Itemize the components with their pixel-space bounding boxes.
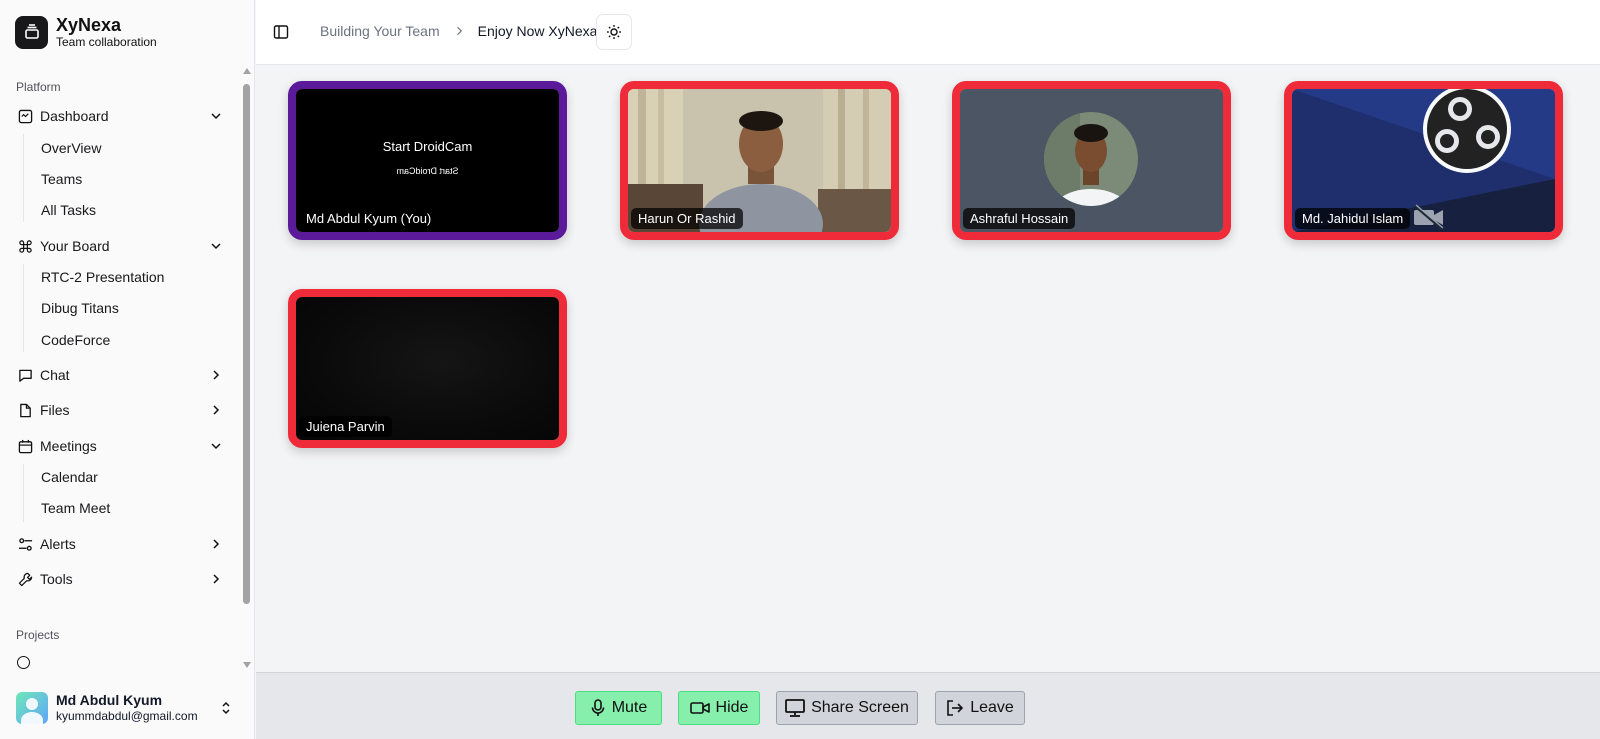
microphone-icon xyxy=(591,699,605,716)
app-name: XyNexa xyxy=(56,15,122,35)
file-icon xyxy=(17,402,33,418)
leave-button[interactable]: Leave xyxy=(935,691,1025,725)
participant-name: Juiena Parvin xyxy=(299,416,392,437)
mute-label: Mute xyxy=(611,699,648,716)
mute-button[interactable]: Mute xyxy=(575,691,662,725)
video-tile-participant[interactable]: Ashraful Hossain xyxy=(952,81,1231,240)
sidebar-subitem-dibug-titans[interactable]: Dibug Titans xyxy=(34,294,126,322)
sidebar-item-tools[interactable]: Tools xyxy=(8,565,230,593)
project-icon xyxy=(17,656,30,669)
wrench-icon xyxy=(17,571,33,587)
sidebar-item-label: Files xyxy=(40,402,70,418)
sidebar-item-label: Chat xyxy=(40,367,70,383)
sidebar-item-chat[interactable]: Chat xyxy=(8,361,230,389)
chevron-right-icon xyxy=(213,370,220,380)
sidebar-subitem-calendar[interactable]: Calendar xyxy=(34,463,105,491)
group-label-projects: Projects xyxy=(16,628,60,642)
participant-name: Harun Or Rashid xyxy=(631,208,743,229)
feed-message-mirrored: Start DroidCam xyxy=(396,166,459,176)
sidebar-nav: Platform Dashboard OverView Teams All Ta… xyxy=(0,74,242,674)
top-header: Building Your Team Enjoy Now XyNexa xyxy=(256,0,1600,65)
app-tagline: Team collaboration xyxy=(56,35,157,49)
call-controls-bar: Mute Hide Share Screen Leave xyxy=(256,672,1600,739)
sidebar-item-label: Dashboard xyxy=(40,108,109,124)
user-name: Md Abdul Kyum xyxy=(56,692,163,708)
breadcrumb: Building Your Team Enjoy Now XyNexa xyxy=(320,23,597,39)
sidebar-item-label: Your Board xyxy=(40,238,110,254)
chevron-right-icon xyxy=(213,539,220,549)
share-screen-button[interactable]: Share Screen xyxy=(776,691,918,725)
participant-name: Md Abdul Kyum (You) xyxy=(299,208,439,229)
sidebar-toggle-button[interactable] xyxy=(269,20,293,44)
sidebar-item-label: Alerts xyxy=(40,536,76,552)
participant-name: Md. Jahidul Islam xyxy=(1295,208,1411,229)
sidebar-item-label: Meetings xyxy=(40,438,97,454)
video-tile-participant[interactable]: Harun Or Rashid xyxy=(620,81,899,240)
sidebar-item-alerts[interactable]: Alerts xyxy=(8,530,230,558)
chevron-down-icon xyxy=(211,243,221,250)
command-icon xyxy=(17,238,33,254)
dashboard-icon xyxy=(17,108,33,124)
sidebar-scrollbar[interactable] xyxy=(241,66,251,672)
scroll-down-arrow-icon[interactable] xyxy=(243,662,251,668)
video-tile-self[interactable]: Start DroidCam Start DroidCam Md Abdul K… xyxy=(288,81,567,240)
sidebar-item-dashboard[interactable]: Dashboard xyxy=(8,102,230,130)
breadcrumb-current: Enjoy Now XyNexa xyxy=(477,23,598,39)
video-tile-participant[interactable]: Juiena Parvin xyxy=(288,289,567,448)
video-camera-icon xyxy=(689,702,710,714)
scroll-up-arrow-icon[interactable] xyxy=(243,68,251,74)
sidebar-item-files[interactable]: Files xyxy=(8,396,230,424)
sun-icon xyxy=(607,25,621,39)
sidebar-subitem-teams[interactable]: Teams xyxy=(34,165,89,193)
sidebar: XyNexa Team collaboration Platform Dashb… xyxy=(0,0,255,739)
chevron-down-icon xyxy=(211,443,221,450)
hide-video-button[interactable]: Hide xyxy=(678,691,760,725)
hide-label: Hide xyxy=(715,699,749,716)
sidebar-subitem-team-meet[interactable]: Team Meet xyxy=(34,494,117,522)
submenu-line xyxy=(23,134,24,222)
sidebar-subitem-overview[interactable]: OverView xyxy=(34,134,108,162)
submenu-line xyxy=(23,464,24,522)
camera-off-icon xyxy=(1414,204,1444,230)
settings-sliders-icon xyxy=(17,536,33,552)
chevron-right-icon xyxy=(213,574,220,584)
brand[interactable]: XyNexa Team collaboration xyxy=(15,15,157,49)
breadcrumb-link[interactable]: Building Your Team xyxy=(320,23,440,39)
panel-left-icon xyxy=(273,25,289,39)
chevron-down-icon xyxy=(211,113,221,120)
theme-toggle-button[interactable] xyxy=(596,14,632,50)
sidebar-item-label: Tools xyxy=(40,571,73,587)
user-email: kyummdabdul@gmail.com xyxy=(56,709,198,723)
chevron-right-icon xyxy=(213,405,220,415)
message-icon xyxy=(17,367,33,383)
user-menu[interactable]: Md Abdul Kyum kyummdabdul@gmail.com xyxy=(8,684,244,732)
app-logo-icon xyxy=(15,15,48,49)
sidebar-subitem-all-tasks[interactable]: All Tasks xyxy=(34,196,103,224)
exit-icon xyxy=(947,700,964,716)
sidebar-item-meetings[interactable]: Meetings xyxy=(8,432,230,460)
scrollbar-thumb[interactable] xyxy=(243,84,250,604)
sidebar-item-your-board[interactable]: Your Board xyxy=(8,232,230,260)
monitor-icon xyxy=(785,699,805,717)
chevrons-up-down-icon xyxy=(222,701,230,715)
leave-label: Leave xyxy=(970,699,1014,716)
feed-message: Start DroidCam xyxy=(382,139,473,154)
sidebar-subitem-codeforce[interactable]: CodeForce xyxy=(34,326,117,354)
sidebar-subitem-rtc2[interactable]: RTC-2 Presentation xyxy=(34,263,171,291)
group-label-platform: Platform xyxy=(16,80,61,94)
chevron-right-icon xyxy=(453,25,465,37)
avatar xyxy=(16,692,48,724)
share-label: Share Screen xyxy=(811,699,909,716)
participant-name: Ashraful Hossain xyxy=(963,208,1076,229)
video-tile-participant[interactable]: Md. Jahidul Islam xyxy=(1284,81,1563,240)
calendar-icon xyxy=(17,438,33,454)
submenu-line xyxy=(23,264,24,352)
